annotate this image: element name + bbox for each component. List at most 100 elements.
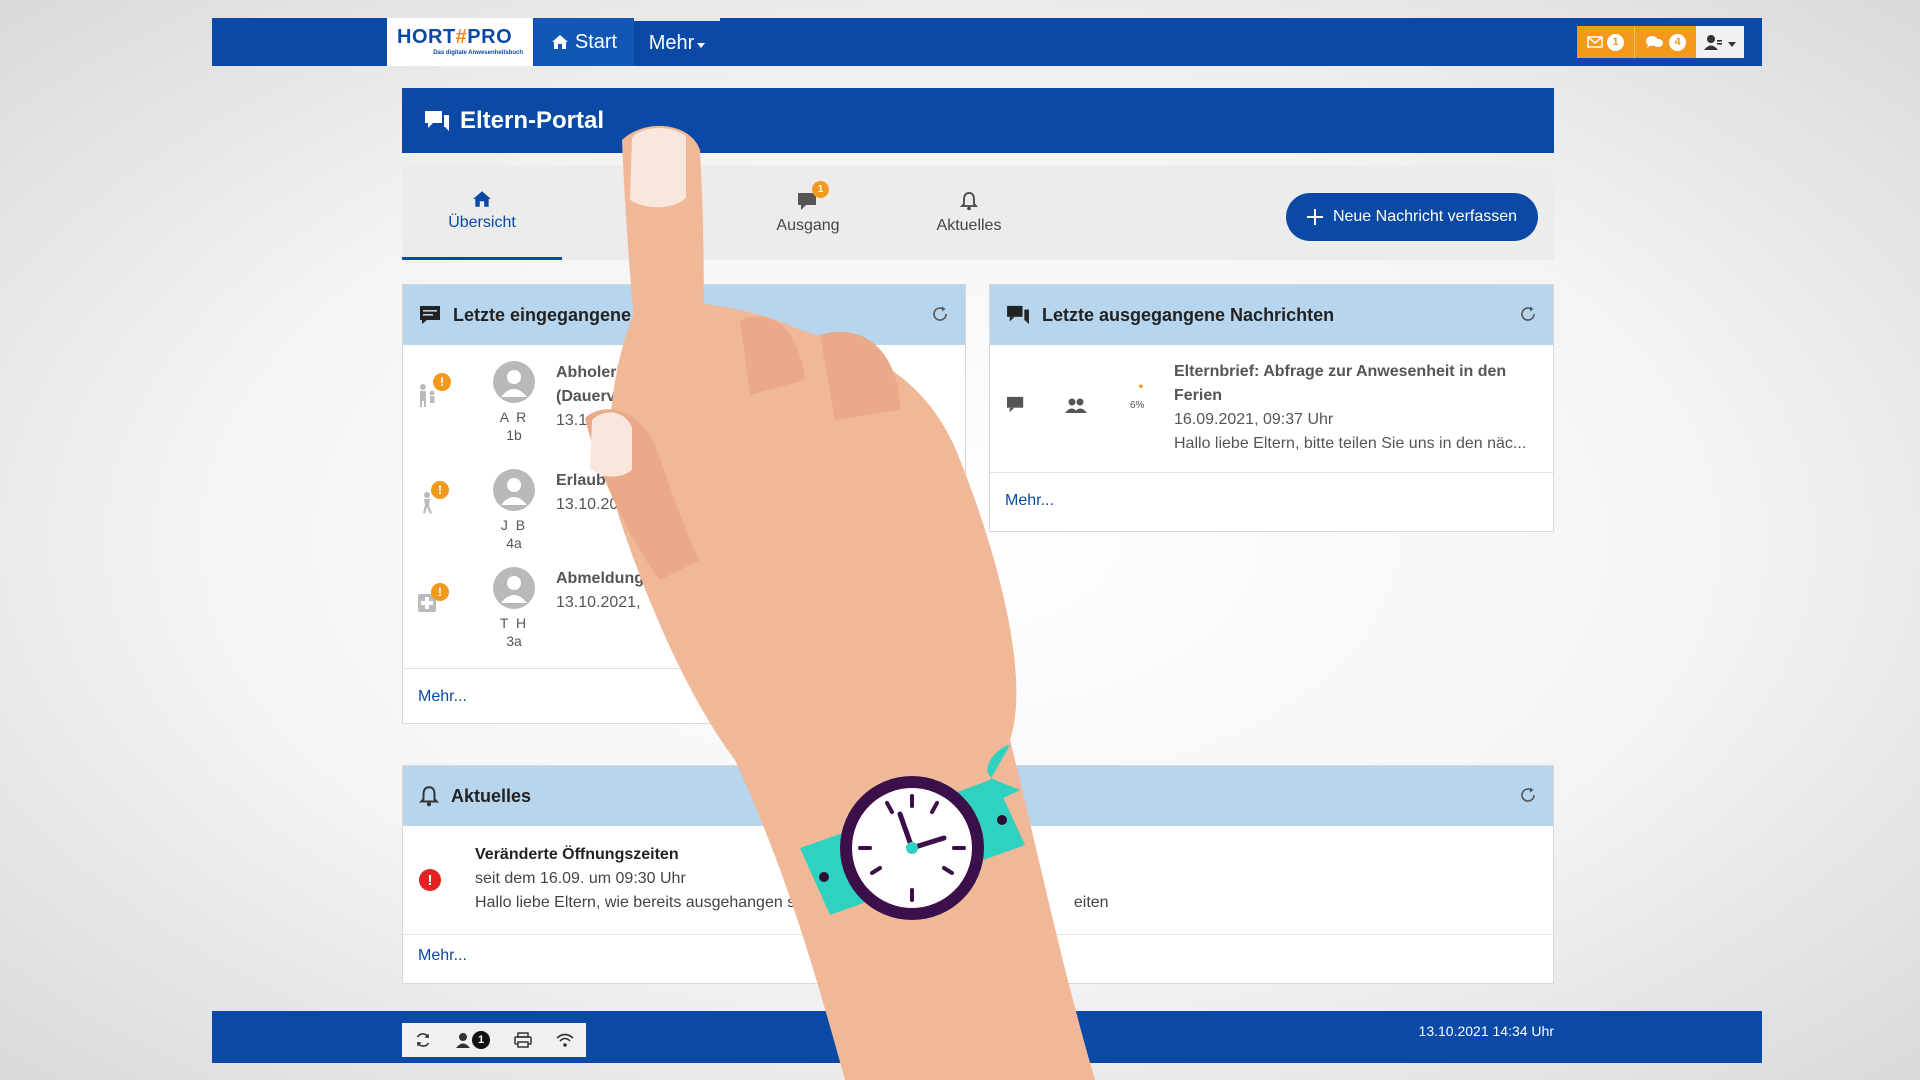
sender-class: 4a (506, 535, 522, 551)
avatar: T H 3a (493, 567, 535, 649)
envelope-icon (1587, 36, 1603, 48)
sender-class: 1b (506, 427, 522, 443)
walk-icon: ! (417, 481, 449, 515)
news-panel-title: Aktuelles (451, 785, 532, 806)
avatar-placeholder-icon (493, 469, 535, 511)
warning-badge: ! (431, 481, 449, 499)
top-actions: 1 4 (1577, 26, 1744, 58)
portal-header: Eltern-Portal (402, 88, 1554, 153)
message-date: 13.10.2021, 14: (556, 412, 668, 429)
outgoing-panel-title: Letzte ausgegangene Nachrichten (1042, 304, 1335, 325)
nav-start-label: Start (574, 30, 618, 53)
footer-bar: 1 13.10.2021 14:34 Uhr (212, 1011, 1762, 1063)
sender-class: 3a (506, 633, 522, 649)
message-preview: Hallo liebe Eltern, bitte teilen Sie uns… (1174, 435, 1527, 452)
ausgang-count-badge: 1 (812, 180, 829, 198)
portal-tabs: Übersicht Ei 1 Ausgang Aktuelles Neue Na… (402, 165, 1554, 260)
sender-initials: A R (499, 409, 529, 425)
tab-label: Übersicht (448, 214, 516, 231)
logo-tagline: Das digitale Anwesenheitsbuch (433, 50, 523, 56)
top-navbar: HORT#PRO Das digitale Anwesenheitsbuch S… (212, 18, 1762, 66)
tab-label: Aktuelles (936, 216, 1002, 234)
incoming-panel-title: Letzte eingegangene Nachrichten (453, 304, 741, 325)
refresh-icon[interactable] (931, 305, 949, 323)
warning-badge: ! (431, 583, 449, 601)
message-subject-line2: Ferien (1174, 387, 1223, 404)
message-subject: Erlaubnis (556, 472, 629, 489)
page-title: Eltern-Portal (460, 106, 605, 134)
news-preview: Hallo liebe Eltern, wie bereits ausgehan… (475, 894, 1109, 911)
chat-button[interactable]: 4 (1634, 26, 1696, 58)
news-panel: Aktuelles ! Veränderte Öffnungszeiten se… (402, 765, 1554, 984)
tab-aktuelles[interactable]: Aktuelles (889, 165, 1049, 260)
wifi-icon[interactable] (556, 1032, 574, 1048)
tab-label: Ei (635, 215, 651, 233)
user-icon (1704, 34, 1722, 50)
news-date: seit dem 16.09. um 09:30 Uhr (475, 870, 686, 887)
mail-button[interactable]: 1 (1577, 26, 1634, 58)
hortpro-logo[interactable]: HORT#PRO Das digitale Anwesenheitsbuch (387, 18, 533, 66)
home-icon (551, 34, 569, 50)
outgoing-more-link[interactable]: Mehr... (1005, 492, 1054, 510)
read-progress-arc (1138, 384, 1144, 389)
portal-chat-icon (424, 110, 450, 132)
read-progress-icon (1126, 382, 1152, 400)
footer-timestamp: 13.10.2021 14:34 Uhr (1418, 1023, 1554, 1039)
message-date: 16.09.2021, 09:37 Uhr (1174, 411, 1334, 428)
message-subject: Elternbrief: Abfrage zur Anwesenheit in … (1174, 363, 1507, 380)
sender-initials: T H (499, 615, 529, 631)
avatar: A R 1b (493, 361, 535, 443)
message-subject: Abholerlaubnis (556, 364, 673, 381)
group-icon (1064, 398, 1088, 414)
user-icon (456, 1032, 470, 1048)
nav-start-button[interactable]: Start (534, 18, 634, 66)
outbox-chat-icon: 1 (797, 180, 829, 211)
tab-ausgang[interactable]: 1 Ausgang (728, 165, 888, 260)
plus-icon (1306, 209, 1323, 225)
bell-icon (419, 785, 439, 807)
nav-mehr-label: Mehr (648, 32, 695, 54)
tab-label: Ausgang (776, 216, 840, 234)
message-date: 13.10.2021, 13 (556, 496, 663, 513)
divider (990, 472, 1553, 473)
avatar-placeholder-icon (493, 361, 535, 403)
list-item[interactable]: ! J B 4a Erlaubnis 13.10.2021, 13 (403, 469, 965, 567)
outgoing-messages-panel: Letzte ausgegangene Nachrichten 6% Elter… (989, 284, 1554, 532)
bell-icon (960, 191, 978, 211)
tab-eingang[interactable]: Ei (563, 165, 723, 260)
sender-initials: J B (500, 517, 528, 533)
news-more-link[interactable]: Mehr... (418, 947, 467, 965)
nav-mehr-dropdown[interactable]: Mehr (634, 18, 720, 66)
pickup-icon: ! (417, 373, 451, 407)
avatar-placeholder-icon (493, 567, 535, 609)
chat-bubbles-icon (1006, 305, 1030, 325)
medical-icon: ! (417, 583, 449, 613)
message-subject: Abmeldung (556, 570, 644, 587)
refresh-icon[interactable] (1519, 305, 1537, 323)
message-icon (419, 305, 441, 325)
tab-uebersicht[interactable]: Übersicht (402, 165, 562, 260)
list-item[interactable]: ! Veränderte Öffnungszeiten seit dem 16.… (403, 827, 1553, 934)
sync-icon[interactable] (414, 1031, 432, 1049)
footer-toolbar: 1 (402, 1023, 586, 1057)
inbox-icon (633, 192, 653, 210)
message-icon (1006, 396, 1026, 414)
caret-down-icon (697, 43, 706, 48)
chat-count-badge: 4 (1669, 33, 1686, 51)
read-percent: 6% (1130, 400, 1145, 411)
print-icon[interactable] (514, 1032, 532, 1048)
users-online-button[interactable]: 1 (456, 1031, 490, 1049)
list-item[interactable]: 6% Elternbrief: Abfrage zur Anwesenheit … (990, 346, 1553, 472)
incoming-more-link[interactable]: Mehr... (418, 688, 467, 706)
refresh-icon[interactable] (1519, 786, 1537, 804)
warning-badge: ! (433, 373, 451, 391)
new-message-button[interactable]: Neue Nachricht verfassen (1286, 193, 1538, 241)
user-menu-button[interactable] (1696, 26, 1744, 58)
alert-icon: ! (419, 869, 441, 891)
list-item[interactable]: ! A R 1b Abholerlaubnis (Dauervollmacht)… (403, 361, 965, 459)
chat-bubbles-icon (1645, 35, 1665, 49)
mail-count-badge: 1 (1607, 33, 1624, 51)
list-item[interactable]: ! T H 3a Abmeldung 13.10.2021, (403, 567, 965, 665)
users-online-count: 1 (472, 1031, 490, 1049)
avatar: J B 4a (493, 469, 535, 551)
